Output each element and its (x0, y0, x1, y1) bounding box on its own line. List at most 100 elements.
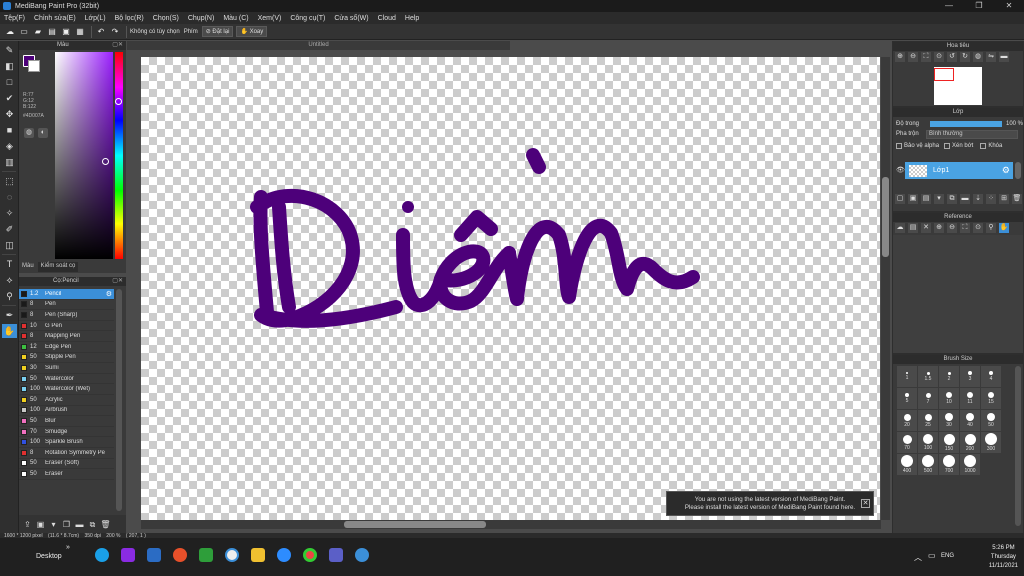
menu-view[interactable]: Xem(V) (258, 15, 282, 22)
brush-settings-gear-icon[interactable]: ⚙ (106, 290, 112, 298)
new-layer-color-icon[interactable]: ▣ (908, 194, 918, 204)
update-notice[interactable]: You are not using the latest version of … (666, 491, 874, 516)
saturation-value-picker[interactable] (55, 52, 113, 259)
brush-item[interactable]: 8 Pen (Sharp) (19, 310, 114, 321)
brush-item[interactable]: 8 Pen (19, 300, 114, 311)
menu-window[interactable]: Cửa sổ(W) (334, 15, 368, 22)
brush-item[interactable]: 100 Sparkle Brush (19, 437, 114, 448)
navigator-thumbnail[interactable] (934, 67, 982, 105)
brush-size-cell[interactable]: 7 (918, 388, 938, 409)
delete-icon[interactable]: 🗑 (100, 519, 111, 530)
cloud-icon[interactable]: ☁ (4, 26, 16, 38)
menu-cloud[interactable]: Cloud (378, 15, 396, 22)
lock-checkbox[interactable] (980, 143, 987, 149)
brush-size-cell[interactable]: 1000 (960, 454, 980, 475)
brush-item[interactable]: 12 Edge Pen (19, 342, 114, 353)
brush-size-scrollbar[interactable] (1015, 366, 1021, 526)
reset-view-icon[interactable]: ◍ (973, 52, 983, 62)
undo-icon[interactable]: ↶ (95, 26, 107, 38)
dot-tool-icon[interactable]: ✔ (2, 91, 17, 105)
desktop-label[interactable]: Desktop (36, 553, 62, 560)
protect-alpha-checkbox[interactable] (896, 143, 902, 149)
background-color-swatch[interactable] (28, 60, 40, 72)
add-brush-icon[interactable]: ▣ (35, 519, 46, 530)
language-indicator[interactable]: ENG (941, 553, 954, 559)
brush-size-cell[interactable]: 3 (960, 366, 980, 387)
maximize-button[interactable]: ❐ (964, 0, 994, 12)
palette-icon[interactable]: ◍ (24, 128, 34, 138)
rotate-button[interactable]: ✋ Xoay (236, 26, 268, 37)
rotate-left-icon[interactable]: ↺ (947, 52, 957, 62)
brush-size-cell[interactable]: 4 (981, 366, 1001, 387)
brush-menu-icon[interactable]: ▾ (48, 519, 59, 530)
menu-help[interactable]: Help (405, 15, 419, 22)
brush-size-cell[interactable]: 300 (981, 432, 1001, 453)
settings-icon[interactable]: ▦ (74, 26, 86, 38)
excel-icon[interactable] (199, 548, 213, 562)
brush-tool-icon[interactable]: ✎ (2, 43, 17, 57)
menu-file[interactable]: Tệp(F) (4, 15, 25, 22)
brush-item[interactable]: 8 Rotation Symmetry Pe (19, 448, 114, 459)
screen-recorder-icon[interactable] (121, 548, 135, 562)
menu-tools[interactable]: Công cụ(T) (290, 15, 325, 22)
chrome-profile-icon[interactable] (355, 548, 369, 562)
hue-marker[interactable] (115, 98, 122, 105)
lasso-tool-icon[interactable]: ◌ (2, 190, 17, 204)
close-button[interactable]: ✕ (994, 0, 1024, 12)
brush-item[interactable]: 50 Watercolor (19, 374, 114, 385)
reference-hand-icon[interactable]: ✋ (999, 223, 1009, 233)
duplicate-icon[interactable]: ⧉ (87, 519, 98, 530)
menu-snap[interactable]: Chụp(N) (188, 15, 214, 22)
panel-menu-icon[interactable]: ▢✕ (112, 41, 123, 50)
open-icon[interactable]: ▤ (46, 26, 58, 38)
zoom-out-icon[interactable]: ⊖ (908, 52, 918, 62)
reference-zoom-in-icon[interactable]: ⊕ (934, 223, 944, 233)
tab-color[interactable]: Màu (19, 262, 37, 272)
messenger-icon[interactable] (147, 548, 161, 562)
brush-item[interactable]: 1.2 Pencil ⚙ (19, 289, 114, 300)
brush-size-cell[interactable]: 700 (939, 454, 959, 475)
brush-size-cell[interactable]: 40 (960, 410, 980, 431)
brush-size-cell[interactable]: 20 (897, 410, 917, 431)
flip-icon[interactable]: ⇋ (986, 52, 996, 62)
document-tab[interactable]: Untitled (127, 41, 510, 50)
shape-tool-icon[interactable]: □ (2, 75, 17, 89)
vertical-scroll-thumb[interactable] (882, 177, 889, 257)
new-halftone-layer-icon[interactable]: ▤ (921, 194, 931, 204)
clock[interactable]: 5:26 PM Thursday 11/11/2021 (989, 544, 1018, 571)
menu-edit[interactable]: Chỉnh sửa(E) (34, 15, 76, 22)
menu-filter[interactable]: Bộ lọc(R) (115, 15, 144, 22)
brush-size-cell[interactable]: 50 (981, 410, 1001, 431)
brush-item[interactable]: 30 Sumi (19, 363, 114, 374)
brush-size-cell[interactable]: 1.5 (918, 366, 938, 387)
layer-duplicate-icon[interactable]: ⧉ (947, 194, 957, 204)
brush-size-cell[interactable]: 150 (939, 432, 959, 453)
brush-size-cell[interactable]: 10 (939, 388, 959, 409)
brush-item[interactable]: 100 Airbrush (19, 406, 114, 417)
new-layer-menu-icon[interactable]: ▾ (934, 194, 944, 204)
navigator-menu-icon[interactable]: ▬ (999, 52, 1009, 62)
clipping-checkbox[interactable] (944, 143, 951, 149)
layer-options-icon[interactable]: ⁘ (986, 194, 996, 204)
eye-icon[interactable]: 👁 (896, 166, 905, 174)
move-tool-icon[interactable]: ✥ (2, 107, 17, 121)
teams-icon[interactable] (329, 548, 343, 562)
panel-menu-icon[interactable]: ▢✕ (112, 277, 123, 286)
brush-item[interactable]: 50 Eraser (Soft) (19, 459, 114, 470)
reference-fit-icon[interactable]: ⛶ (960, 223, 970, 233)
brush-item[interactable]: 100 Watercolor (Wet) (19, 384, 114, 395)
menu-layer[interactable]: Lớp(L) (85, 15, 106, 22)
brush-size-cell[interactable]: 5 (897, 388, 917, 409)
swap-colors-icon[interactable]: ◐ (38, 128, 48, 138)
brush-size-cell[interactable]: 2 (939, 366, 959, 387)
redo-icon[interactable]: ↷ (109, 26, 121, 38)
select-eraser-tool-icon[interactable]: ◫ (2, 238, 17, 252)
opacity-slider[interactable] (930, 121, 1002, 127)
merge-down-icon[interactable]: ⇣ (973, 194, 983, 204)
reference-cloud-icon[interactable]: ☁ (895, 223, 905, 233)
brush-item[interactable]: 50 Stipple Pen (19, 353, 114, 364)
hand-tool-icon[interactable]: ✋ (2, 324, 17, 338)
folder-icon[interactable]: ▬ (74, 519, 85, 530)
reference-open-icon[interactable]: ▤ (908, 223, 918, 233)
brush-list-scrollbar[interactable] (116, 289, 122, 511)
